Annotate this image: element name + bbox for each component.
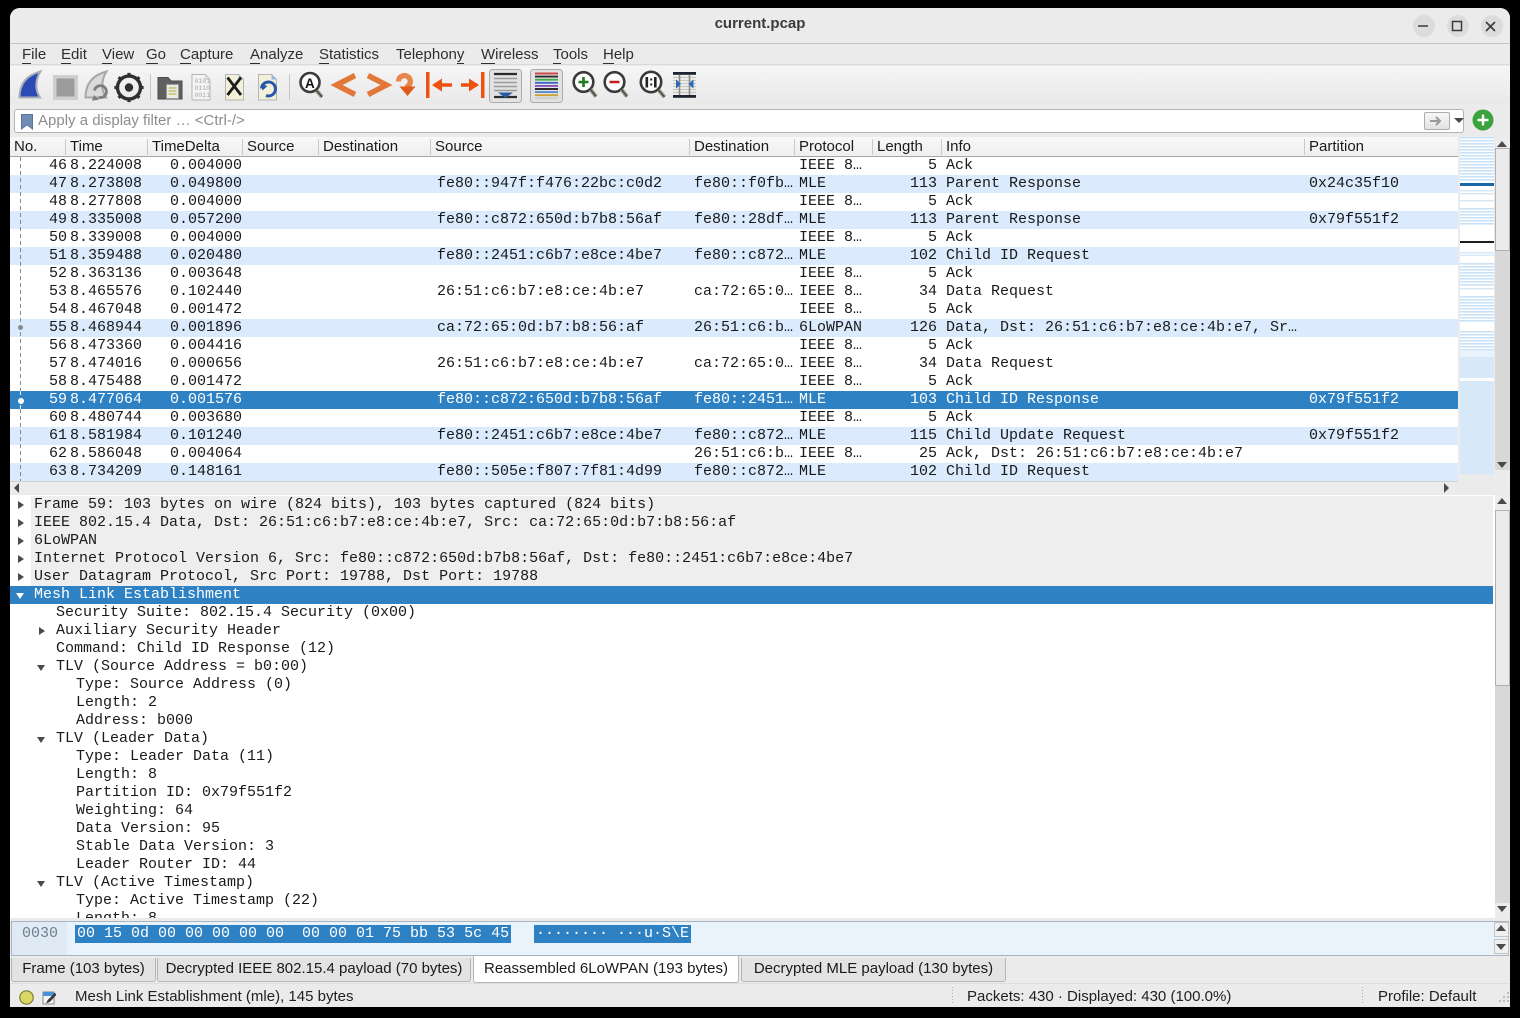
svg-text:0011: 0011 — [195, 92, 211, 99]
svg-text:A: A — [305, 76, 315, 91]
svg-text:0101: 0101 — [195, 78, 211, 85]
svg-text:0110: 0110 — [195, 85, 211, 92]
